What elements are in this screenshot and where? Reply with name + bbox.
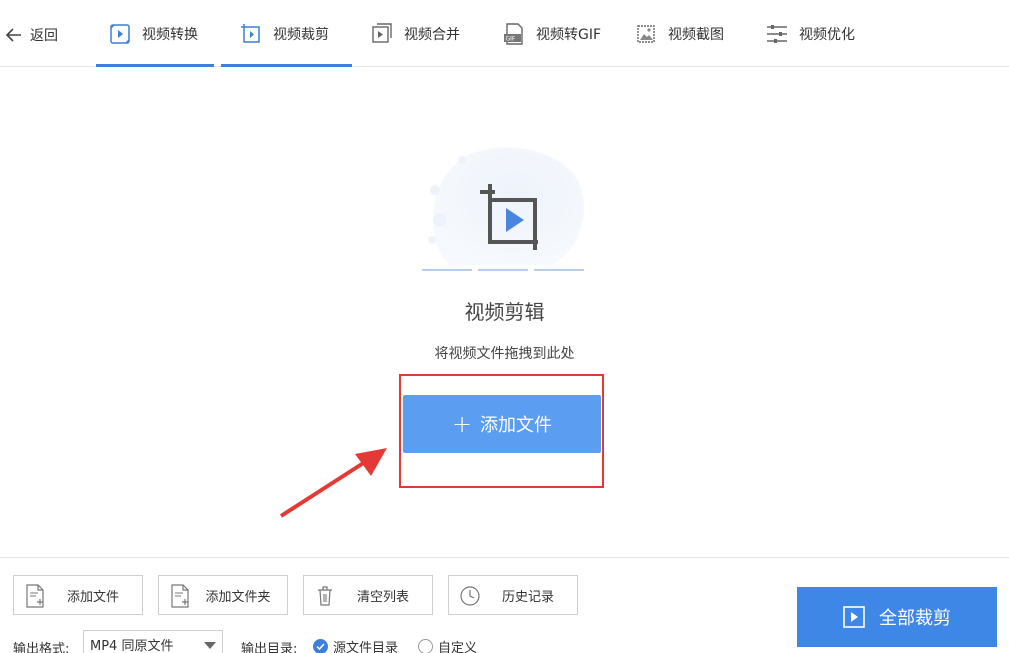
crop-illustration — [422, 147, 586, 271]
add-file-button[interactable]: + 添加文件 — [403, 395, 601, 453]
radio-unchecked-icon — [418, 639, 433, 653]
output-dir-label: 输出目录: — [241, 641, 298, 653]
tab-label: 视频优化 — [799, 26, 855, 43]
play-icon — [843, 606, 865, 628]
start-all-label: 全部裁剪 — [879, 608, 951, 629]
gif-badge: GIF — [506, 35, 516, 42]
video-optimize-icon — [767, 24, 787, 43]
drop-hint: 将视频文件拖拽到此处 — [434, 346, 575, 362]
radio-custom-dir[interactable]: 自定义 — [418, 637, 477, 653]
back-button[interactable]: 返回 — [4, 22, 58, 48]
add-file-tool-label: 添加文件 — [66, 589, 119, 605]
start-all-crop-button[interactable]: 全部裁剪 — [797, 587, 997, 647]
clear-list-button[interactable]: 清空列表 — [303, 575, 433, 615]
history-label: 历史记录 — [501, 589, 554, 605]
tab-video-convert[interactable]: 视频转换 — [96, 0, 214, 67]
video-screenshot-icon — [637, 24, 655, 43]
tab-video-optimize[interactable]: 视频优化 — [765, 0, 855, 67]
radio-custom-dir-label: 自定义 — [438, 641, 478, 653]
add-folder-button[interactable]: 添加文件夹 — [158, 575, 288, 615]
add-file-label: 添加文件 — [480, 415, 553, 436]
tab-label: 视频截图 — [668, 26, 724, 43]
clear-list-label: 清空列表 — [356, 589, 409, 605]
video-convert-icon — [110, 23, 130, 44]
top-nav: 返回 视频转换 视频裁剪 视频合并 GIF 视频转GIF 视频截图 视频优化 — [0, 0, 1009, 67]
tab-video-screenshot[interactable]: 视频截图 — [634, 0, 724, 67]
drop-title: 视频剪辑 — [464, 300, 545, 324]
tab-video-crop[interactable]: 视频裁剪 — [221, 0, 352, 67]
radio-checked-icon — [313, 639, 328, 653]
radio-source-dir[interactable]: 源文件目录 — [313, 637, 398, 653]
tab-video-gif[interactable]: GIF 视频转GIF — [502, 0, 601, 67]
annotation-arrow-icon — [279, 448, 387, 518]
tab-video-merge[interactable]: 视频合并 — [370, 0, 460, 67]
tab-label: 视频转GIF — [536, 26, 602, 43]
output-format-label: 输出格式: — [13, 641, 70, 653]
tab-label: 视频转换 — [142, 26, 198, 43]
tab-label: 视频裁剪 — [273, 26, 329, 43]
video-gif-icon: GIF — [504, 22, 523, 45]
plus-icon: + — [451, 410, 473, 438]
video-crop-icon — [241, 23, 260, 43]
add-file-tool-button[interactable]: 添加文件 — [13, 575, 143, 615]
history-button[interactable]: 历史记录 — [448, 575, 578, 615]
bottom-toolbar: 添加文件 添加文件夹 清空列表 历史记录 全部裁剪 输出格式: MP4 同原文件… — [0, 557, 1009, 653]
output-format-select[interactable]: MP4 同原文件 — [83, 630, 223, 653]
chevron-down-icon — [204, 642, 216, 649]
output-format-value: MP4 同原文件 — [90, 638, 174, 653]
radio-source-dir-label: 源文件目录 — [333, 641, 399, 653]
arrow-left-icon — [5, 28, 21, 42]
back-label: 返回 — [30, 28, 58, 44]
video-merge-icon — [372, 22, 392, 43]
add-folder-label: 添加文件夹 — [205, 589, 271, 605]
tab-label: 视频合并 — [404, 26, 460, 43]
